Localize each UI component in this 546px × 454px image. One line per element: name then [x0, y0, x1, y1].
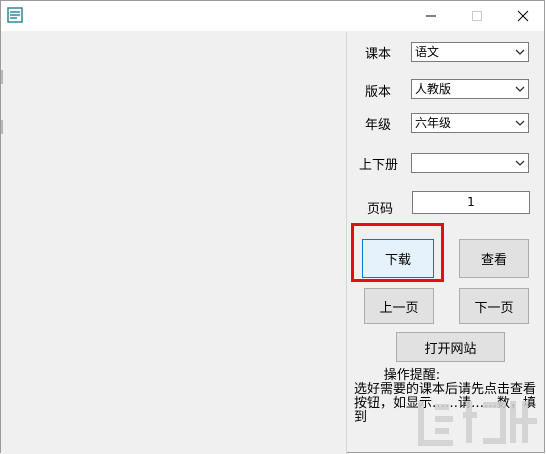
edition-label: 版本: [365, 85, 392, 100]
page-preview-area: [1, 32, 347, 454]
grade-value: 六年级: [415, 116, 452, 130]
highlight-box: [351, 223, 444, 282]
volume-select[interactable]: [411, 153, 529, 173]
hint-title: 操作提醒:: [383, 368, 441, 383]
edge-mark: [1, 120, 3, 134]
open-website-button[interactable]: 打开网站: [396, 332, 505, 362]
grade-label: 年级: [365, 118, 392, 133]
page-number-input[interactable]: 1: [412, 191, 530, 214]
chevron-down-icon: [515, 120, 525, 126]
close-icon: [517, 10, 529, 22]
volume-label: 上下册: [359, 158, 399, 173]
textbook-select[interactable]: 语文: [411, 42, 529, 62]
watermark-logo: [418, 401, 537, 446]
minimize-icon: [426, 15, 436, 17]
maximize-button[interactable]: [454, 1, 500, 31]
next-page-button[interactable]: 下一页: [459, 288, 529, 324]
chevron-down-icon: [515, 49, 525, 55]
chevron-down-icon: [515, 160, 525, 166]
page-label: 页码: [367, 202, 394, 217]
grade-select[interactable]: 六年级: [411, 113, 529, 133]
chevron-down-icon: [515, 86, 525, 92]
maximize-icon: [472, 11, 482, 21]
close-button[interactable]: [500, 1, 546, 31]
prev-page-button[interactable]: 上一页: [364, 288, 434, 324]
app-window: 课本 语文 版本 人教版 年级 六年级 上下册 页码 1 下载 查看 上一页 下…: [0, 0, 545, 454]
view-button[interactable]: 查看: [459, 239, 529, 278]
title-bar: [1, 1, 544, 31]
textbook-value: 语文: [415, 45, 440, 59]
app-icon: [7, 7, 23, 23]
edition-value: 人教版: [415, 82, 452, 96]
minimize-button[interactable]: [408, 1, 454, 31]
edition-select[interactable]: 人教版: [411, 79, 529, 99]
textbook-label: 课本: [365, 47, 392, 62]
edge-mark: [1, 70, 3, 84]
